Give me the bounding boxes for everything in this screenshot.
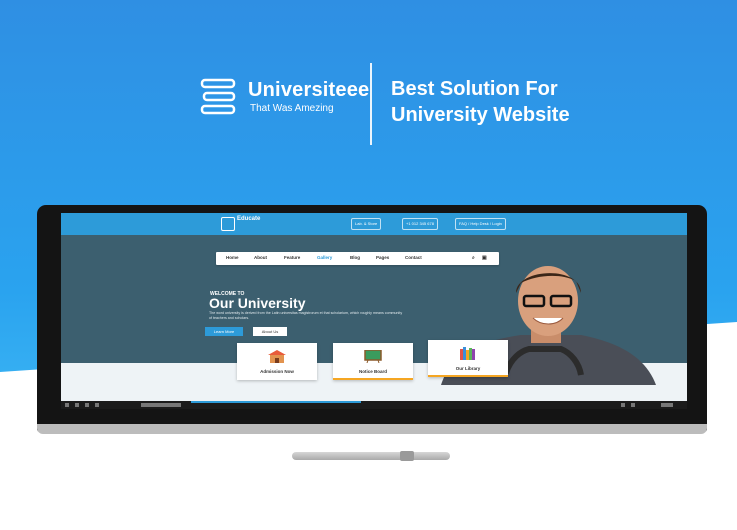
contact-pill-links[interactable]: FAQ / Help Desk / Login bbox=[455, 218, 506, 230]
tray-icon[interactable] bbox=[621, 403, 625, 407]
books-shelf-icon bbox=[460, 347, 475, 360]
stylus-pen bbox=[292, 452, 450, 460]
nav-item-home[interactable]: Home bbox=[226, 255, 239, 260]
site-logo-text: Educate bbox=[237, 216, 261, 222]
taskbar-app-icon[interactable] bbox=[95, 403, 99, 407]
clock-tray[interactable] bbox=[661, 403, 673, 407]
tray-icon[interactable] bbox=[631, 403, 635, 407]
tablet-stand-edge bbox=[37, 424, 707, 434]
nav-item-blog[interactable]: Blog bbox=[350, 255, 360, 260]
card-accent-bar bbox=[428, 375, 508, 377]
hero-title: Our University bbox=[209, 295, 306, 311]
hero-description: The word university is derived from the … bbox=[209, 311, 403, 320]
headline: Best Solution For University Website bbox=[391, 76, 570, 128]
site-main-nav: Home About Feature Gallery Blog Pages Co… bbox=[216, 252, 499, 265]
taskbar-window-item[interactable] bbox=[141, 403, 181, 407]
stylus-clip bbox=[400, 451, 414, 461]
notice-board-icon bbox=[364, 350, 382, 363]
card-label: Admission Now bbox=[260, 369, 294, 374]
school-building-icon bbox=[268, 350, 286, 363]
nav-item-gallery[interactable]: Gallery bbox=[317, 255, 332, 260]
brand-divider bbox=[370, 63, 372, 145]
card-library[interactable]: Our Library bbox=[428, 340, 508, 377]
start-icon[interactable] bbox=[65, 403, 69, 407]
site-topbar: Educate Lab. & Store +1 012 345 678 FAQ … bbox=[61, 213, 687, 235]
card-notice-board[interactable]: Notice Board bbox=[333, 343, 413, 380]
contact-pill-phone[interactable]: +1 012 345 678 bbox=[402, 218, 438, 230]
taskbar-app-icon[interactable] bbox=[75, 403, 79, 407]
site-logo-icon bbox=[221, 217, 235, 231]
learn-more-button[interactable]: Learn More bbox=[205, 327, 243, 336]
nav-item-contact[interactable]: Contact bbox=[405, 255, 422, 260]
taskbar-active-bar bbox=[191, 401, 361, 403]
tablet-screen: Educate Lab. & Store +1 012 345 678 FAQ … bbox=[61, 213, 687, 409]
contact-pill-address[interactable]: Lab. & Store bbox=[351, 218, 382, 230]
brand-tagline: That Was Amezing bbox=[250, 103, 334, 114]
card-admission[interactable]: Admission Now bbox=[237, 343, 317, 380]
search-icon[interactable]: ⌕ bbox=[472, 255, 475, 261]
card-label: Our Library bbox=[455, 366, 481, 371]
headline-line-1: Best Solution For bbox=[391, 78, 558, 100]
about-us-button[interactable]: About Us bbox=[253, 327, 287, 336]
headline-line-2: University Website bbox=[391, 104, 570, 126]
nav-item-about[interactable]: About bbox=[254, 255, 267, 260]
nav-item-feature[interactable]: Feature bbox=[284, 255, 300, 260]
card-accent-bar bbox=[333, 378, 413, 380]
nav-item-pages[interactable]: Pages bbox=[376, 255, 389, 260]
books-logo-icon bbox=[200, 78, 236, 115]
taskbar-app-icon[interactable] bbox=[85, 403, 89, 407]
card-label: Notice Board bbox=[358, 369, 387, 374]
cart-icon[interactable]: ▣ bbox=[482, 255, 487, 261]
brand-name: Universiteee bbox=[248, 79, 370, 101]
os-taskbar bbox=[61, 401, 687, 409]
